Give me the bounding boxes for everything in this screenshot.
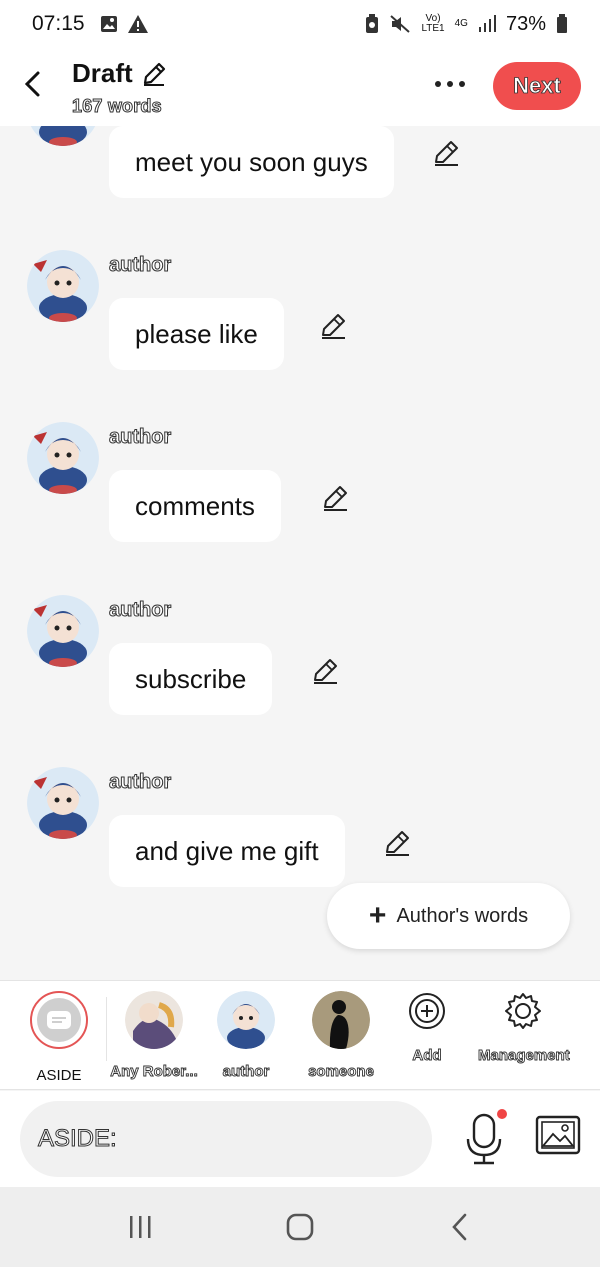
network-bottom: LTE1 bbox=[421, 23, 445, 34]
recents-button[interactable] bbox=[120, 1207, 160, 1247]
message-bubble[interactable]: and give me gift bbox=[109, 815, 345, 887]
character-someone[interactable]: someone bbox=[296, 991, 386, 1080]
draft-title[interactable]: Draft bbox=[72, 58, 167, 89]
character-label: Management bbox=[478, 1047, 571, 1065]
management-button[interactable]: Management bbox=[478, 991, 571, 1065]
nav-back-icon bbox=[452, 1213, 467, 1241]
add-character-button[interactable]: Add bbox=[382, 991, 472, 1064]
page-title: Draft bbox=[72, 58, 133, 88]
character-label: someone bbox=[308, 1063, 375, 1081]
edit-icon[interactable] bbox=[320, 483, 350, 513]
message-bubble[interactable]: subscribe bbox=[109, 643, 273, 715]
character-aside[interactable]: ASIDE bbox=[14, 991, 104, 1084]
author-name: author bbox=[108, 599, 172, 622]
home-icon bbox=[286, 1213, 314, 1241]
word-count: 167 words bbox=[72, 96, 163, 117]
avatar[interactable] bbox=[27, 767, 99, 839]
recording-indicator bbox=[497, 1109, 507, 1119]
battery-percent: 73% bbox=[505, 12, 546, 35]
back-icon bbox=[24, 71, 40, 97]
microphone-icon[interactable] bbox=[462, 1111, 506, 1167]
character-author[interactable]: author bbox=[201, 991, 291, 1080]
add-author-words-button[interactable]: + Author's words bbox=[327, 883, 570, 949]
status-time: 07:15 bbox=[32, 12, 85, 35]
avatar bbox=[125, 991, 183, 1049]
add-author-words-label: Author's words bbox=[396, 904, 529, 927]
nav-back-button[interactable] bbox=[440, 1207, 480, 1247]
author-name: author bbox=[108, 426, 172, 449]
signal-icon bbox=[478, 15, 496, 32]
message-bubble[interactable]: comments bbox=[109, 470, 281, 542]
message-bubble[interactable]: please like bbox=[109, 298, 284, 370]
more-options-button[interactable] bbox=[428, 70, 472, 98]
message-bubble[interactable]: meet you soon guys bbox=[109, 126, 394, 198]
aside-avatar bbox=[30, 991, 88, 1049]
back-button[interactable] bbox=[14, 64, 50, 104]
warning-icon bbox=[127, 15, 148, 33]
character-label: Add bbox=[412, 1047, 442, 1065]
battery-icon bbox=[557, 14, 567, 33]
character-bar: ASIDE Any Rober... author someone Add Ma… bbox=[0, 980, 600, 1090]
input-placeholder: ASIDE: bbox=[38, 1125, 118, 1153]
edit-icon[interactable] bbox=[431, 138, 461, 168]
avatar[interactable] bbox=[27, 126, 99, 146]
add-circle-icon bbox=[409, 993, 445, 1029]
character-any-rober[interactable]: Any Rober... bbox=[109, 991, 199, 1080]
pencil-icon bbox=[143, 62, 165, 86]
home-button[interactable] bbox=[280, 1207, 320, 1247]
input-area: ASIDE: bbox=[0, 1091, 600, 1187]
avatar bbox=[312, 991, 370, 1049]
app-header: Draft 167 words Next bbox=[0, 48, 600, 126]
character-label: ASIDE bbox=[36, 1067, 82, 1084]
battery-saver-icon bbox=[366, 14, 379, 33]
aside-icon bbox=[47, 1011, 71, 1029]
next-button[interactable]: Next bbox=[493, 62, 581, 110]
more-icon bbox=[435, 81, 441, 87]
plus-icon: + bbox=[368, 899, 387, 932]
image-icon[interactable] bbox=[535, 1115, 581, 1155]
avatar[interactable] bbox=[27, 422, 99, 494]
status-bar: 07:15 Vo) LTE1 4G 73% bbox=[0, 0, 600, 48]
system-nav-bar bbox=[0, 1187, 600, 1267]
network-gen: 4G bbox=[454, 18, 468, 29]
message-input[interactable]: ASIDE: bbox=[20, 1101, 432, 1177]
chat-area[interactable]: meet you soon guys author please like au… bbox=[0, 126, 600, 980]
divider bbox=[106, 997, 107, 1061]
edit-icon[interactable] bbox=[382, 828, 412, 858]
avatar[interactable] bbox=[27, 595, 99, 667]
gear-icon bbox=[505, 993, 541, 1029]
author-name: author bbox=[108, 771, 172, 794]
character-label: Any Rober... bbox=[110, 1063, 198, 1081]
edit-icon[interactable] bbox=[310, 656, 340, 686]
mute-icon bbox=[390, 15, 411, 33]
avatar[interactable] bbox=[27, 250, 99, 322]
avatar bbox=[217, 991, 275, 1049]
author-name: author bbox=[108, 254, 172, 277]
recents-icon bbox=[130, 1216, 151, 1238]
edit-icon[interactable] bbox=[318, 311, 348, 341]
character-label: author bbox=[222, 1063, 270, 1081]
gallery-icon bbox=[100, 16, 117, 32]
